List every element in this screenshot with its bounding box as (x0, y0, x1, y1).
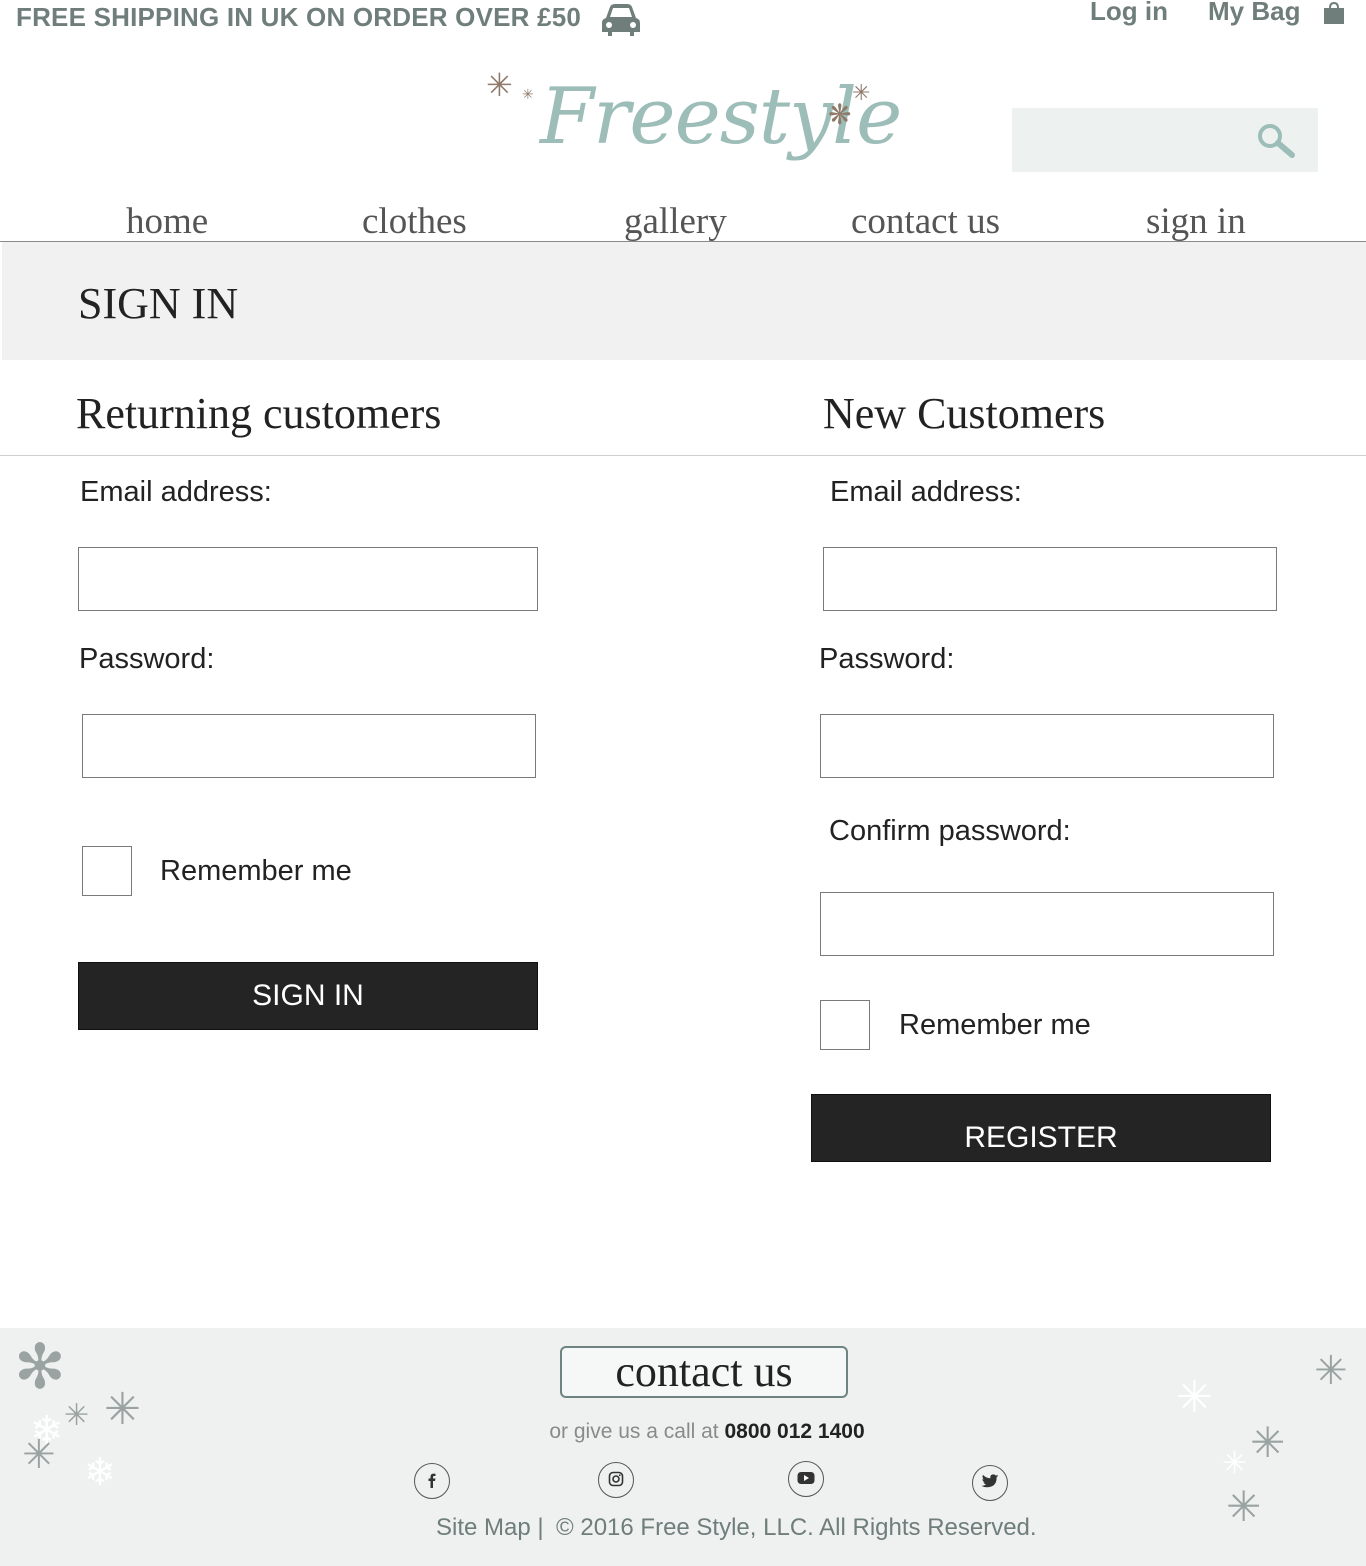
facebook-icon (425, 1472, 439, 1491)
search-input[interactable] (1012, 108, 1242, 172)
snowflake-icon: ❄ (84, 1450, 116, 1494)
snowflake-icon: ✳ (1314, 1348, 1348, 1394)
login-link[interactable]: Log in (1090, 0, 1168, 27)
confirm-password-label: Confirm password: (829, 815, 1071, 847)
returning-customers-heading: Returning customers (76, 389, 442, 438)
call-us-text: or give us a call at 0800 012 1400 (0, 1420, 1366, 1444)
facebook-button[interactable] (414, 1463, 450, 1499)
copyright-text: © 2016 Free Style, LLC. All Rights Reser… (556, 1514, 1037, 1541)
nav-clothes[interactable]: clothes (362, 200, 467, 243)
site-map-link[interactable]: Site Map | (436, 1514, 544, 1542)
youtube-icon (797, 1471, 815, 1488)
register-button[interactable]: REGISTER (811, 1094, 1271, 1162)
snowflake-icon: ✻ (14, 1330, 66, 1403)
signin-email-label: Email address: (80, 476, 272, 508)
instagram-button[interactable] (598, 1462, 634, 1498)
snowflake-icon: ❋ (828, 99, 852, 130)
page-title: SIGN IN (78, 279, 239, 328)
search-button[interactable] (1248, 116, 1304, 166)
nav-sign-in[interactable]: sign in (1146, 200, 1246, 243)
signin-email-field[interactable] (78, 547, 538, 611)
signin-password-field[interactable] (82, 714, 536, 778)
register-password-field[interactable] (820, 714, 1274, 778)
footer-contact-button[interactable]: contact us (560, 1346, 848, 1398)
nav-contact-us[interactable]: contact us (851, 200, 1000, 243)
snowflake-icon: ✳ (852, 80, 871, 105)
snowflake-icon: ✳ (1226, 1482, 1262, 1531)
confirm-password-field[interactable] (820, 892, 1274, 956)
sign-in-button[interactable]: SIGN IN (78, 962, 538, 1030)
nav-home[interactable]: home (126, 200, 208, 243)
signin-remember-label: Remember me (160, 855, 352, 887)
snowflake-icon: ✳ (522, 86, 534, 102)
register-email-field[interactable] (823, 547, 1277, 611)
car-icon (600, 2, 642, 43)
new-customers-heading: New Customers (823, 389, 1106, 438)
twitter-icon (981, 1474, 999, 1492)
register-password-label: Password: (819, 643, 955, 675)
phone-number[interactable]: 0800 012 1400 (724, 1420, 864, 1443)
call-us-label: or give us a call at (549, 1420, 719, 1443)
snowflake-icon: ✳ (1176, 1372, 1213, 1423)
snowflake-icon: ✳ (486, 67, 513, 103)
nav-gallery[interactable]: gallery (624, 200, 727, 243)
snowflake-icon: ✳ (1222, 1446, 1248, 1481)
signin-password-label: Password: (79, 643, 215, 675)
register-remember-checkbox[interactable] (820, 1000, 870, 1050)
section-divider (0, 455, 1366, 456)
register-remember-label: Remember me (899, 1009, 1091, 1041)
my-bag-link[interactable]: My Bag (1208, 0, 1300, 27)
twitter-button[interactable] (972, 1465, 1008, 1501)
youtube-button[interactable] (788, 1461, 824, 1497)
search-icon (1254, 123, 1298, 163)
signin-remember-checkbox[interactable] (82, 846, 132, 896)
instagram-icon (608, 1471, 624, 1490)
shopping-bag-icon[interactable] (1322, 1, 1346, 31)
free-shipping-banner: FREE SHIPPING IN UK ON ORDER OVER £50 (16, 2, 582, 32)
register-email-label: Email address: (830, 476, 1022, 508)
